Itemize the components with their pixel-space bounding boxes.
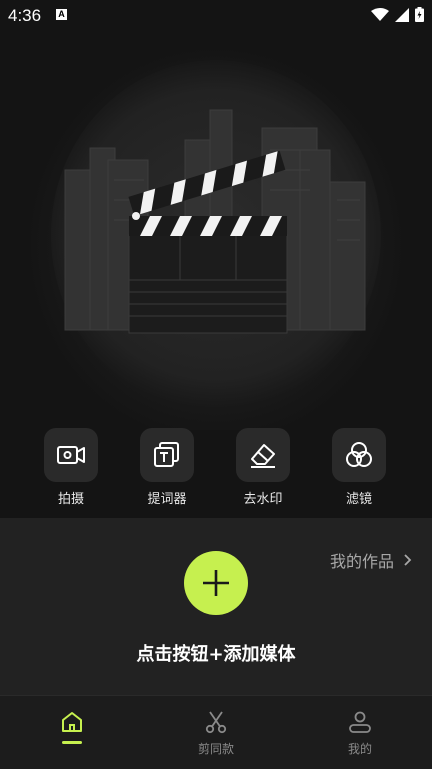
add-media-panel: 我的作品 点击按钮+添加媒体 xyxy=(0,518,432,695)
tool-icon-box xyxy=(236,428,290,482)
tool-icon-box xyxy=(140,428,194,482)
profile-icon xyxy=(349,711,371,733)
add-media-hint: 点击按钮+添加媒体 xyxy=(136,644,296,665)
wifi-icon xyxy=(371,7,389,21)
tab-label: 我的 xyxy=(347,742,372,756)
tool-label: 拍摄 xyxy=(57,492,84,507)
tab-templates[interactable]: 剪同款 xyxy=(176,710,256,757)
tool-icon-box xyxy=(44,428,98,482)
home-icon xyxy=(62,712,82,732)
battery-icon xyxy=(415,7,424,22)
video-camera-icon xyxy=(57,446,85,464)
filter-circles-icon xyxy=(346,442,372,467)
chevron-right-icon xyxy=(404,554,412,566)
tool-label: 提词器 xyxy=(147,492,187,507)
tool-shoot[interactable]: 拍摄 xyxy=(31,428,111,507)
tab-profile[interactable]: 我的 xyxy=(320,710,400,757)
tab-label: 剪同款 xyxy=(197,742,234,756)
tool-teleprompter[interactable]: 提词器 xyxy=(127,428,207,507)
teleprompter-icon xyxy=(154,442,179,467)
scissors-icon xyxy=(205,711,227,734)
status-bar: 4:36 A xyxy=(0,0,432,30)
notification-icon: A xyxy=(56,9,67,20)
tool-icon-box xyxy=(332,428,386,482)
add-media-button[interactable] xyxy=(184,551,248,615)
status-icons xyxy=(371,7,424,22)
plus-icon xyxy=(203,570,229,596)
hero-illustration xyxy=(0,30,432,430)
cell-signal-icon xyxy=(395,7,409,22)
eraser-icon xyxy=(251,444,275,468)
clapperboard-city-illustration xyxy=(51,60,381,410)
tool-remove-watermark[interactable]: 去水印 xyxy=(223,428,303,507)
tool-label: 滤镜 xyxy=(345,492,372,507)
tools-row: 拍摄 提词器 去水印 滤镜 xyxy=(0,428,432,518)
my-works-label: 我的作品 xyxy=(329,552,394,571)
bottom-tab-bar: 剪同款 我的 xyxy=(0,695,432,769)
status-time: 4:36 xyxy=(8,6,42,25)
tab-home[interactable] xyxy=(32,710,112,744)
tool-filter[interactable]: 滤镜 xyxy=(319,428,399,507)
active-tab-indicator xyxy=(62,741,82,744)
my-works-link[interactable]: 我的作品 xyxy=(330,548,412,572)
tool-label: 去水印 xyxy=(243,492,283,507)
